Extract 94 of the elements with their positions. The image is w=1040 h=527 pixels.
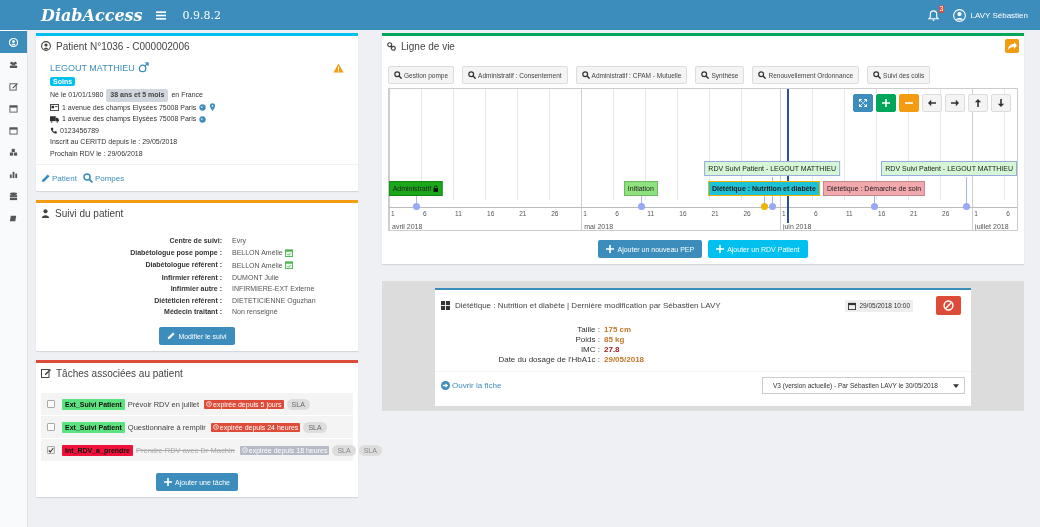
male-symbol-icon <box>137 62 149 73</box>
event-dot[interactable] <box>760 203 768 210</box>
field-label: Date du dosage de l'HbA1c : <box>497 355 600 364</box>
sidebar-item[interactable] <box>0 31 27 53</box>
plus-icon <box>164 478 173 486</box>
field-value: 29/05/2018 <box>604 355 645 364</box>
calendar-icon <box>9 125 18 135</box>
database-icon <box>9 191 18 201</box>
task-checkbox[interactable] <box>47 446 55 454</box>
record-title: Diététique : Nutrition et diabète | Dernière modification par Sébastien LAVY <box>455 301 721 310</box>
open-record-link[interactable]: Ouvrir la fiche <box>441 381 502 390</box>
search-icon <box>394 71 402 79</box>
pencil-icon <box>167 332 176 340</box>
user-avatar-icon[interactable] <box>953 8 967 22</box>
user-icon <box>9 37 18 47</box>
globe-icon[interactable] <box>199 104 207 112</box>
check-icon <box>48 446 54 454</box>
zoom-in-button[interactable] <box>876 94 896 112</box>
plus-icon <box>606 245 615 253</box>
link-icon <box>387 41 396 51</box>
event-dot[interactable] <box>871 203 879 210</box>
panel-title: Ligne de vie <box>401 40 455 52</box>
calendar-check-icon[interactable] <box>284 248 293 257</box>
event-dot[interactable] <box>637 203 645 210</box>
phone-icon <box>50 127 57 135</box>
cancel-button[interactable] <box>936 296 961 315</box>
calendar-icon <box>848 301 857 310</box>
arrow-up-icon <box>974 99 982 107</box>
search-icon <box>758 71 767 79</box>
menu-icon[interactable] <box>155 10 166 20</box>
event-dot[interactable] <box>962 203 970 210</box>
clock-icon <box>241 447 248 453</box>
plus-icon <box>716 245 725 253</box>
task-checkbox[interactable] <box>47 400 55 408</box>
arrow-down-icon <box>997 99 1005 107</box>
search-icon <box>82 173 93 183</box>
truck-icon <box>50 115 59 123</box>
pencil-icon <box>41 173 50 183</box>
ban-icon <box>943 300 954 311</box>
field-label: IMC : <box>579 345 600 354</box>
scroll-down-button[interactable] <box>991 94 1011 112</box>
scroll-right-button[interactable] <box>945 94 965 112</box>
globe-icon[interactable] <box>199 115 207 123</box>
calendar-icon <box>9 103 18 113</box>
field-label: Taille : <box>576 325 600 334</box>
search-icon <box>581 71 590 79</box>
event-dot[interactable] <box>412 203 420 210</box>
version-label: 0.9.8.2 <box>182 8 222 22</box>
field-value: 175 cm <box>604 325 632 334</box>
plus-icon <box>882 99 890 107</box>
search-icon <box>701 71 710 79</box>
calendar-check-icon[interactable] <box>284 261 293 269</box>
patient-link[interactable]: Patient <box>41 173 77 183</box>
task-checkbox[interactable] <box>47 423 55 431</box>
user-icon <box>41 41 51 51</box>
book-icon <box>9 213 18 223</box>
minus-icon <box>905 99 913 107</box>
edit-icon <box>41 368 51 378</box>
scroll-up-button[interactable] <box>968 94 988 112</box>
logo[interactable]: DiabAccess <box>41 5 143 25</box>
map-marker-icon[interactable] <box>209 103 217 113</box>
panel-title: Tâches associées au patient <box>56 367 183 379</box>
users-icon <box>9 59 18 69</box>
grid-icon <box>441 301 450 310</box>
lock-icon <box>433 185 440 192</box>
timeline-canvas[interactable] <box>388 88 1018 231</box>
warning-icon <box>333 62 344 73</box>
caret-icon <box>953 383 959 388</box>
user-name[interactable]: LAVY Sébastien <box>970 10 1028 20</box>
bell-icon[interactable] <box>928 9 940 21</box>
arrow-left-icon <box>928 99 936 107</box>
field-label: Poids : <box>574 335 600 344</box>
panel-title: Patient N°1036 - C000002006 <box>56 40 190 52</box>
fit-button[interactable] <box>853 94 873 112</box>
edit-icon <box>9 81 18 91</box>
field-value: 27.8 <box>604 345 620 354</box>
clock-icon <box>212 424 219 430</box>
user-md-icon <box>41 208 50 218</box>
event-dot[interactable] <box>769 203 777 210</box>
patient-name[interactable]: LEGOUT MATTHIEU <box>50 62 135 73</box>
arrow-circle-icon <box>441 381 450 390</box>
cubes-icon <box>9 147 18 157</box>
scroll-left-button[interactable] <box>922 94 942 112</box>
search-icon <box>873 71 882 79</box>
pumps-link[interactable]: Pompes <box>82 173 125 183</box>
search-icon <box>468 71 477 79</box>
compress-icon <box>859 99 867 107</box>
arrow-right-icon <box>951 99 959 107</box>
field-value: 85 kg <box>604 335 625 344</box>
clock-icon <box>206 401 213 407</box>
id-card-icon <box>50 104 59 112</box>
panel-title: Suivi du patient <box>55 207 124 219</box>
bar-chart-icon <box>9 169 18 179</box>
share-icon[interactable] <box>1005 39 1019 53</box>
